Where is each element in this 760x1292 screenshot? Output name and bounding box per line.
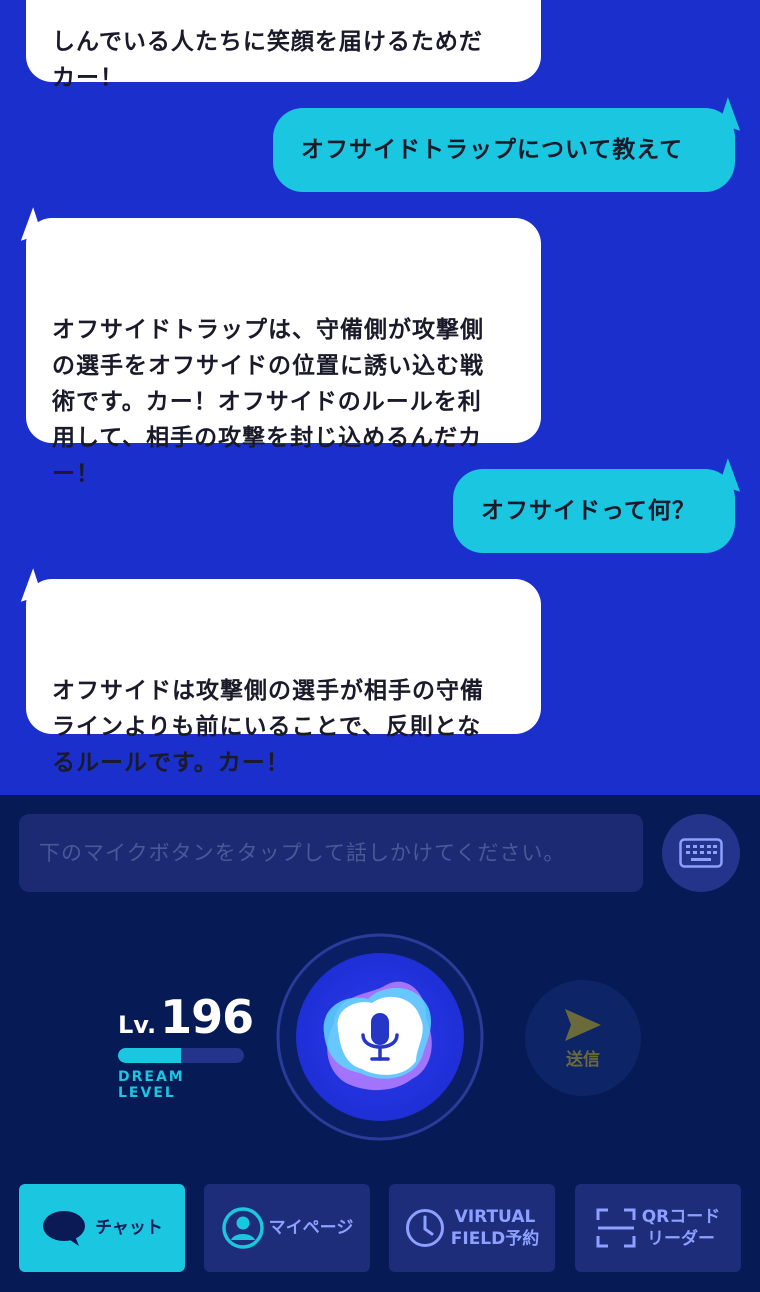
nav-qr-label-2: リーダー <box>646 1229 715 1249</box>
dream-level: Lv. 196 DREAM LEVEL <box>118 990 254 1101</box>
qr-scan-icon <box>596 1208 636 1248</box>
nav-virtual-label-2: FIELD予約 <box>450 1229 540 1249</box>
message-input[interactable]: 下のマイクボタンをタップして話しかけてください。 <box>19 814 643 892</box>
input-panel: 下のマイクボタンをタップして話しかけてください。 Lv. 196 DREAM L… <box>0 795 760 1292</box>
bot-message: オフサイドトラップは、守備側が攻撃側 の選手をオフサイドの位置に誘い込む戦 術で… <box>12 207 541 487</box>
user-message: オフサイドって何？ <box>453 458 749 553</box>
level-prefix: Lv. <box>118 1011 157 1039</box>
bot-message-text: オフサイドは攻撃側の選手が相手の守備 ラインよりも前にいることで、反則とな るル… <box>52 678 484 776</box>
user-message: オフサイドトラップについて教えて <box>273 97 749 192</box>
mic-graphic <box>276 933 484 1141</box>
level-progress-fill <box>118 1048 181 1063</box>
bottom-nav: チャット マイページ VIRTUAL FIELD予約 QRコード リーダー <box>0 1184 760 1272</box>
send-label: 送信 <box>566 1049 600 1070</box>
nav-chat-label: チャット <box>95 1218 163 1238</box>
message-input-placeholder: 下のマイクボタンをタップして話しかけてください。 <box>39 841 566 865</box>
bot-message-text: オフサイドトラップは、守備側が攻撃側 の選手をオフサイドの位置に誘い込む戦 術で… <box>52 317 484 487</box>
nav-mypage[interactable]: マイページ <box>204 1184 370 1272</box>
nav-qr-reader[interactable]: QRコード リーダー <box>575 1184 741 1272</box>
send-button[interactable]: 送信 <box>525 980 641 1096</box>
nav-mypage-label: マイページ <box>268 1218 354 1238</box>
bot-message: しんでいる人たちに笑顔を届けるためだ カー！ <box>26 0 541 91</box>
user-message-text: オフサイドって何？ <box>481 498 696 524</box>
nav-virtual-label-1: VIRTUAL <box>454 1207 536 1227</box>
mic-button[interactable] <box>276 933 484 1141</box>
bot-message: オフサイドは攻撃側の選手が相手の守備 ラインよりも前にいることで、反則とな るル… <box>12 568 541 776</box>
bot-message-text: しんでいる人たちに笑顔を届けるためだ カー！ <box>52 29 483 91</box>
nav-chat[interactable]: チャット <box>19 1184 185 1272</box>
user-message-text: オフサイドトラップについて教えて <box>301 137 684 163</box>
chat-area: しんでいる人たちに笑顔を届けるためだ カー！ オフサイドトラップについて教えて … <box>0 0 760 795</box>
level-value: 196 <box>160 990 254 1044</box>
clock-icon <box>405 1209 444 1247</box>
chat-bubble-icon <box>43 1211 86 1246</box>
keyboard-icon <box>679 838 723 868</box>
send-icon <box>565 1008 601 1041</box>
level-label: DREAM LEVEL <box>118 1069 185 1101</box>
nav-qr-label-1: QRコード <box>641 1207 721 1227</box>
user-icon <box>221 1207 264 1249</box>
nav-virtual-field[interactable]: VIRTUAL FIELD予約 <box>389 1184 555 1272</box>
keyboard-button[interactable] <box>662 814 740 892</box>
level-progress-bar <box>118 1048 244 1063</box>
